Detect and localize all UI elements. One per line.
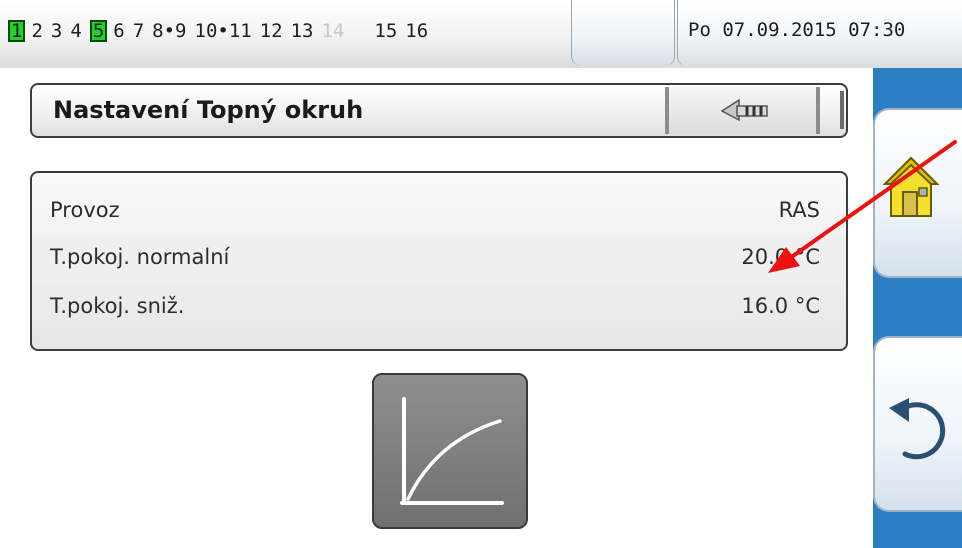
page-title: Nastavení Topný okruh xyxy=(53,96,364,124)
settings-list: Provoz RAS T.pokoj. normalní 20.0 °C T.p… xyxy=(30,171,848,351)
setting-value: 20.0 °C xyxy=(741,245,820,269)
channel-6-indicator: 6 xyxy=(113,20,125,42)
home-button[interactable] xyxy=(873,108,962,278)
heating-curve-button[interactable] xyxy=(372,373,528,529)
setting-row-room-reduced[interactable]: T.pokoj. sniž. 16.0 °C xyxy=(32,284,846,330)
status-bar: 1 2 3 4 5 6 7 8•9 10•11 12 13 14 15 16 P… xyxy=(0,0,962,68)
channel-8-9-indicator: 8•9 xyxy=(152,20,187,42)
channel-7-indicator: 7 xyxy=(132,20,145,42)
setting-value: RAS xyxy=(778,198,820,222)
channel-indicators: 1 2 3 4 5 6 7 8•9 10•11 12 13 14 15 16 xyxy=(8,18,436,44)
sidebar xyxy=(873,68,962,548)
channel-4-indicator: 4 xyxy=(70,20,82,42)
undo-icon xyxy=(889,398,946,460)
setting-label: T.pokoj. normalní xyxy=(50,245,230,269)
undo-button[interactable] xyxy=(873,336,962,512)
setting-value: 16.0 °C xyxy=(741,294,820,318)
heating-curve-icon xyxy=(400,397,504,505)
channel-2-indicator: 2 xyxy=(31,20,43,42)
setting-label: Provoz xyxy=(50,198,120,222)
back-button[interactable] xyxy=(665,87,820,134)
channel-16-indicator: 16 xyxy=(405,20,429,42)
home-icon xyxy=(882,156,940,217)
channel-15-indicator: 15 xyxy=(374,20,398,42)
channel-3-indicator: 3 xyxy=(50,20,63,42)
setting-row-provoz[interactable]: Provoz RAS xyxy=(32,188,846,234)
channel-10-11-indicator: 10•11 xyxy=(194,20,252,42)
page-header: Nastavení Topný okruh xyxy=(30,83,848,138)
datetime-display: Po 07.09.2015 07:30 xyxy=(688,19,906,41)
setting-label: T.pokoj. sniž. xyxy=(50,294,185,318)
datetime-tab[interactable]: Po 07.09.2015 07:30 xyxy=(677,0,962,66)
channel-1-indicator: 1 xyxy=(8,20,26,42)
channel-13-indicator: 13 xyxy=(290,20,314,42)
channel-14-indicator: 14 xyxy=(321,20,345,42)
channel-12-indicator: 12 xyxy=(259,20,283,42)
setting-row-room-normal[interactable]: T.pokoj. normalní 20.0 °C xyxy=(32,235,846,281)
channel-5-indicator: 5 xyxy=(89,20,108,42)
title-divider xyxy=(840,91,844,129)
status-tab[interactable] xyxy=(571,0,675,66)
main-panel: Nastavení Topný okruh Provoz RAS T.pokoj… xyxy=(0,68,873,548)
back-arrow-icon xyxy=(721,98,768,122)
